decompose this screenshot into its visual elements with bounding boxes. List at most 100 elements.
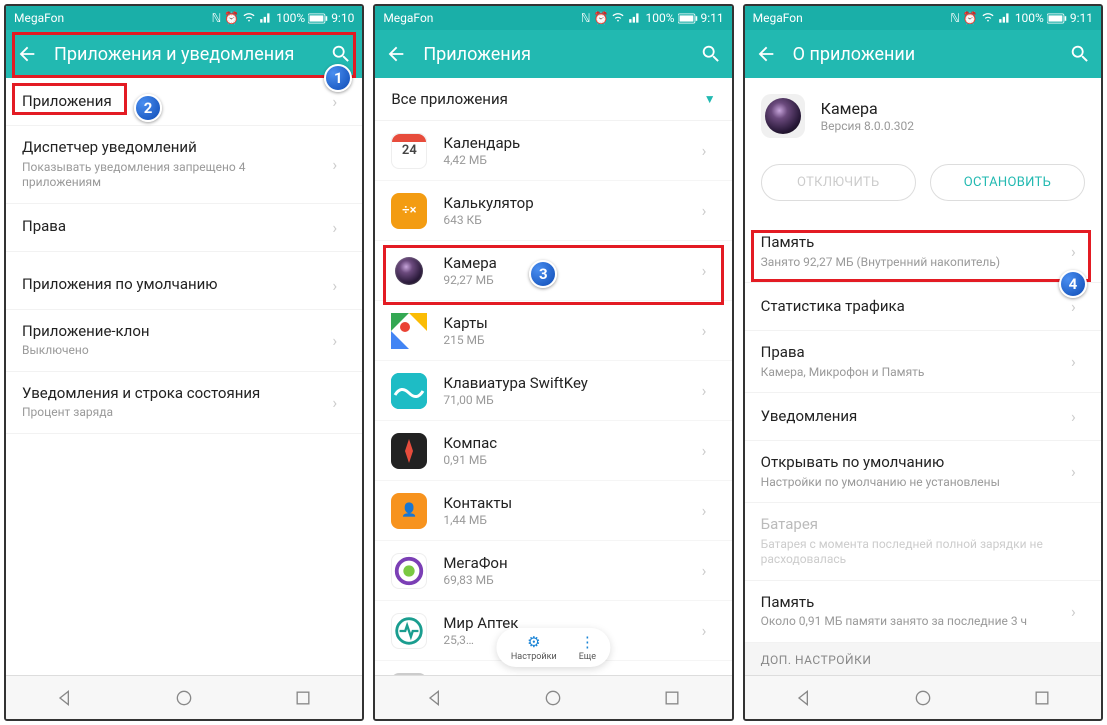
chevron-right-icon: › [702, 201, 716, 220]
nav-home-icon[interactable] [174, 688, 194, 708]
item-default-apps[interactable]: Приложения по умолчанию › [6, 262, 362, 310]
chevron-right-icon: › [332, 218, 346, 237]
step-badge-4: 4 [1059, 270, 1087, 298]
pill-more[interactable]: ⋮Еще [579, 633, 596, 662]
app-row[interactable]: Клавиатура SwiftKey 71,00 МБ › [375, 361, 731, 421]
app-name-label: Календарь [443, 134, 677, 152]
nav-recent-icon[interactable] [1032, 688, 1052, 708]
chevron-right-icon: › [702, 501, 716, 520]
item-sub: Занято 92,27 МБ (Внутренний накопитель) [761, 255, 1063, 271]
item-app-clone[interactable]: Приложение-клон Выключено › [6, 310, 362, 372]
clock: 9:10 [331, 11, 354, 25]
back-icon[interactable] [755, 43, 777, 65]
chevron-right-icon: › [332, 92, 346, 111]
wifi-icon [611, 11, 625, 25]
page-title: О приложении [793, 44, 1053, 65]
nav-recent-icon[interactable] [293, 688, 313, 708]
app-icon [391, 373, 427, 409]
nav-back-icon[interactable] [425, 688, 445, 708]
item-title: Права [761, 343, 1063, 363]
clock: 9:11 [701, 11, 724, 25]
row-open-default[interactable]: Открывать по умолчанию Настройки по умол… [745, 441, 1101, 503]
back-icon[interactable] [385, 43, 407, 65]
app-name-label: МегаФон [443, 554, 677, 572]
nav-bar [375, 675, 731, 719]
app-row[interactable]: 👤 Контакты 1,44 МБ › [375, 481, 731, 541]
nfc-icon: ℕ [581, 11, 591, 25]
item-title: Уведомления [761, 407, 1063, 427]
search-icon[interactable] [330, 43, 352, 65]
battery-pct: 100% [645, 11, 674, 25]
wifi-icon [242, 11, 256, 25]
signal-icon [628, 11, 642, 25]
nav-home-icon[interactable] [913, 688, 933, 708]
item-permissions[interactable]: Права › [6, 204, 362, 252]
item-title: Диспетчер уведомлений [22, 138, 324, 158]
page-title: Приложения и уведомления [54, 44, 314, 65]
item-title: Уведомления и строка состояния [22, 384, 324, 404]
filter-row[interactable]: Все приложения ▼ [375, 78, 731, 121]
status-icons: ℕ ⏰ 100% 9:11 [581, 11, 724, 25]
app-icon [391, 673, 427, 676]
back-icon[interactable] [16, 43, 38, 65]
app-name-label: Клавиатура SwiftKey [443, 374, 677, 392]
battery-icon [1047, 13, 1067, 24]
status-icons: ℕ ⏰ 100% 9:10 [212, 11, 355, 25]
carrier-label: MegaFon [14, 11, 64, 25]
stop-button[interactable]: ОСТАНОВИТЬ [930, 164, 1085, 201]
row-permissions[interactable]: Права Камера, Микрофон и Память › [745, 331, 1101, 393]
app-header: Камера Версия 8.0.0.302 [745, 78, 1101, 154]
phone-screen-1: MegaFon ℕ ⏰ 100% 9:10 Приложения и уведо… [4, 4, 364, 721]
search-icon[interactable] [700, 43, 722, 65]
item-notif-status[interactable]: Уведомления и строка состояния Процент з… [6, 372, 362, 434]
item-apps[interactable]: Приложения › [6, 78, 362, 126]
nav-bar [6, 675, 362, 719]
item-title: Память [761, 593, 1063, 613]
signal-icon [998, 11, 1012, 25]
header: Приложения и уведомления [6, 30, 362, 78]
app-name: Камера [821, 99, 914, 118]
item-notif-mgr[interactable]: Диспетчер уведомлений Показывать уведомл… [6, 126, 362, 204]
row-notifications[interactable]: Уведомления › [745, 393, 1101, 441]
carrier-label: MegaFon [753, 11, 803, 25]
chevron-right-icon: › [1071, 352, 1085, 371]
pill-settings[interactable]: ⚙Настройки [511, 633, 557, 662]
app-row[interactable]: Карты 215 МБ › [375, 301, 731, 361]
app-row[interactable]: Компас 0,91 МБ › [375, 421, 731, 481]
nav-back-icon[interactable] [55, 688, 75, 708]
nav-back-icon[interactable] [794, 688, 814, 708]
section-header: ДОП. НАСТРОЙКИ [745, 643, 1101, 675]
nfc-icon: ℕ [950, 11, 960, 25]
row-memory[interactable]: Память Около 0,91 МБ памяти занято за по… [745, 581, 1101, 643]
clock: 9:11 [1070, 11, 1093, 25]
chevron-right-icon: › [702, 261, 716, 280]
chevron-right-icon: › [1071, 462, 1085, 481]
item-sub: Батарея с момента последней полной заряд… [761, 537, 1085, 568]
carrier-label: MegaFon [383, 11, 433, 25]
app-size-label: 1,44 МБ [443, 513, 677, 527]
app-row[interactable]: 24 Календарь 4,42 МБ › [375, 121, 731, 181]
phone-screen-2: MegaFon ℕ ⏰ 100% 9:11 Приложения Все при… [373, 4, 733, 721]
status-bar: MegaFon ℕ ⏰ 100% 9:11 [745, 6, 1101, 30]
disable-button[interactable]: ОТКЛЮЧИТЬ [761, 164, 916, 201]
signal-icon [259, 11, 273, 25]
nav-home-icon[interactable] [543, 688, 563, 708]
nav-recent-icon[interactable] [662, 688, 682, 708]
row-storage[interactable]: Память Занято 92,27 МБ (Внутренний накоп… [745, 221, 1101, 283]
row-battery: Батарея Батарея с момента последней полн… [745, 503, 1101, 581]
app-icon: ÷× [391, 193, 427, 229]
status-bar: MegaFon ℕ ⏰ 100% 9:11 [375, 6, 731, 30]
alarm-icon: ⏰ [963, 11, 978, 25]
nfc-icon: ℕ [212, 11, 222, 25]
app-size-label: 215 МБ [443, 333, 677, 347]
search-icon[interactable] [1069, 43, 1091, 65]
app-size-label: 0,91 МБ [443, 453, 677, 467]
app-row[interactable]: МегаФон 69,83 МБ › [375, 541, 731, 601]
app-row[interactable]: ÷× Калькулятор 643 КБ › [375, 181, 731, 241]
row-traffic[interactable]: Статистика трафика › [745, 283, 1101, 331]
more-icon: ⋮ [579, 633, 596, 651]
item-sub: Камера, Микрофон и Память [761, 365, 1063, 381]
item-title: Открывать по умолчанию [761, 453, 1063, 473]
wifi-icon [981, 11, 995, 25]
header: Приложения [375, 30, 731, 78]
